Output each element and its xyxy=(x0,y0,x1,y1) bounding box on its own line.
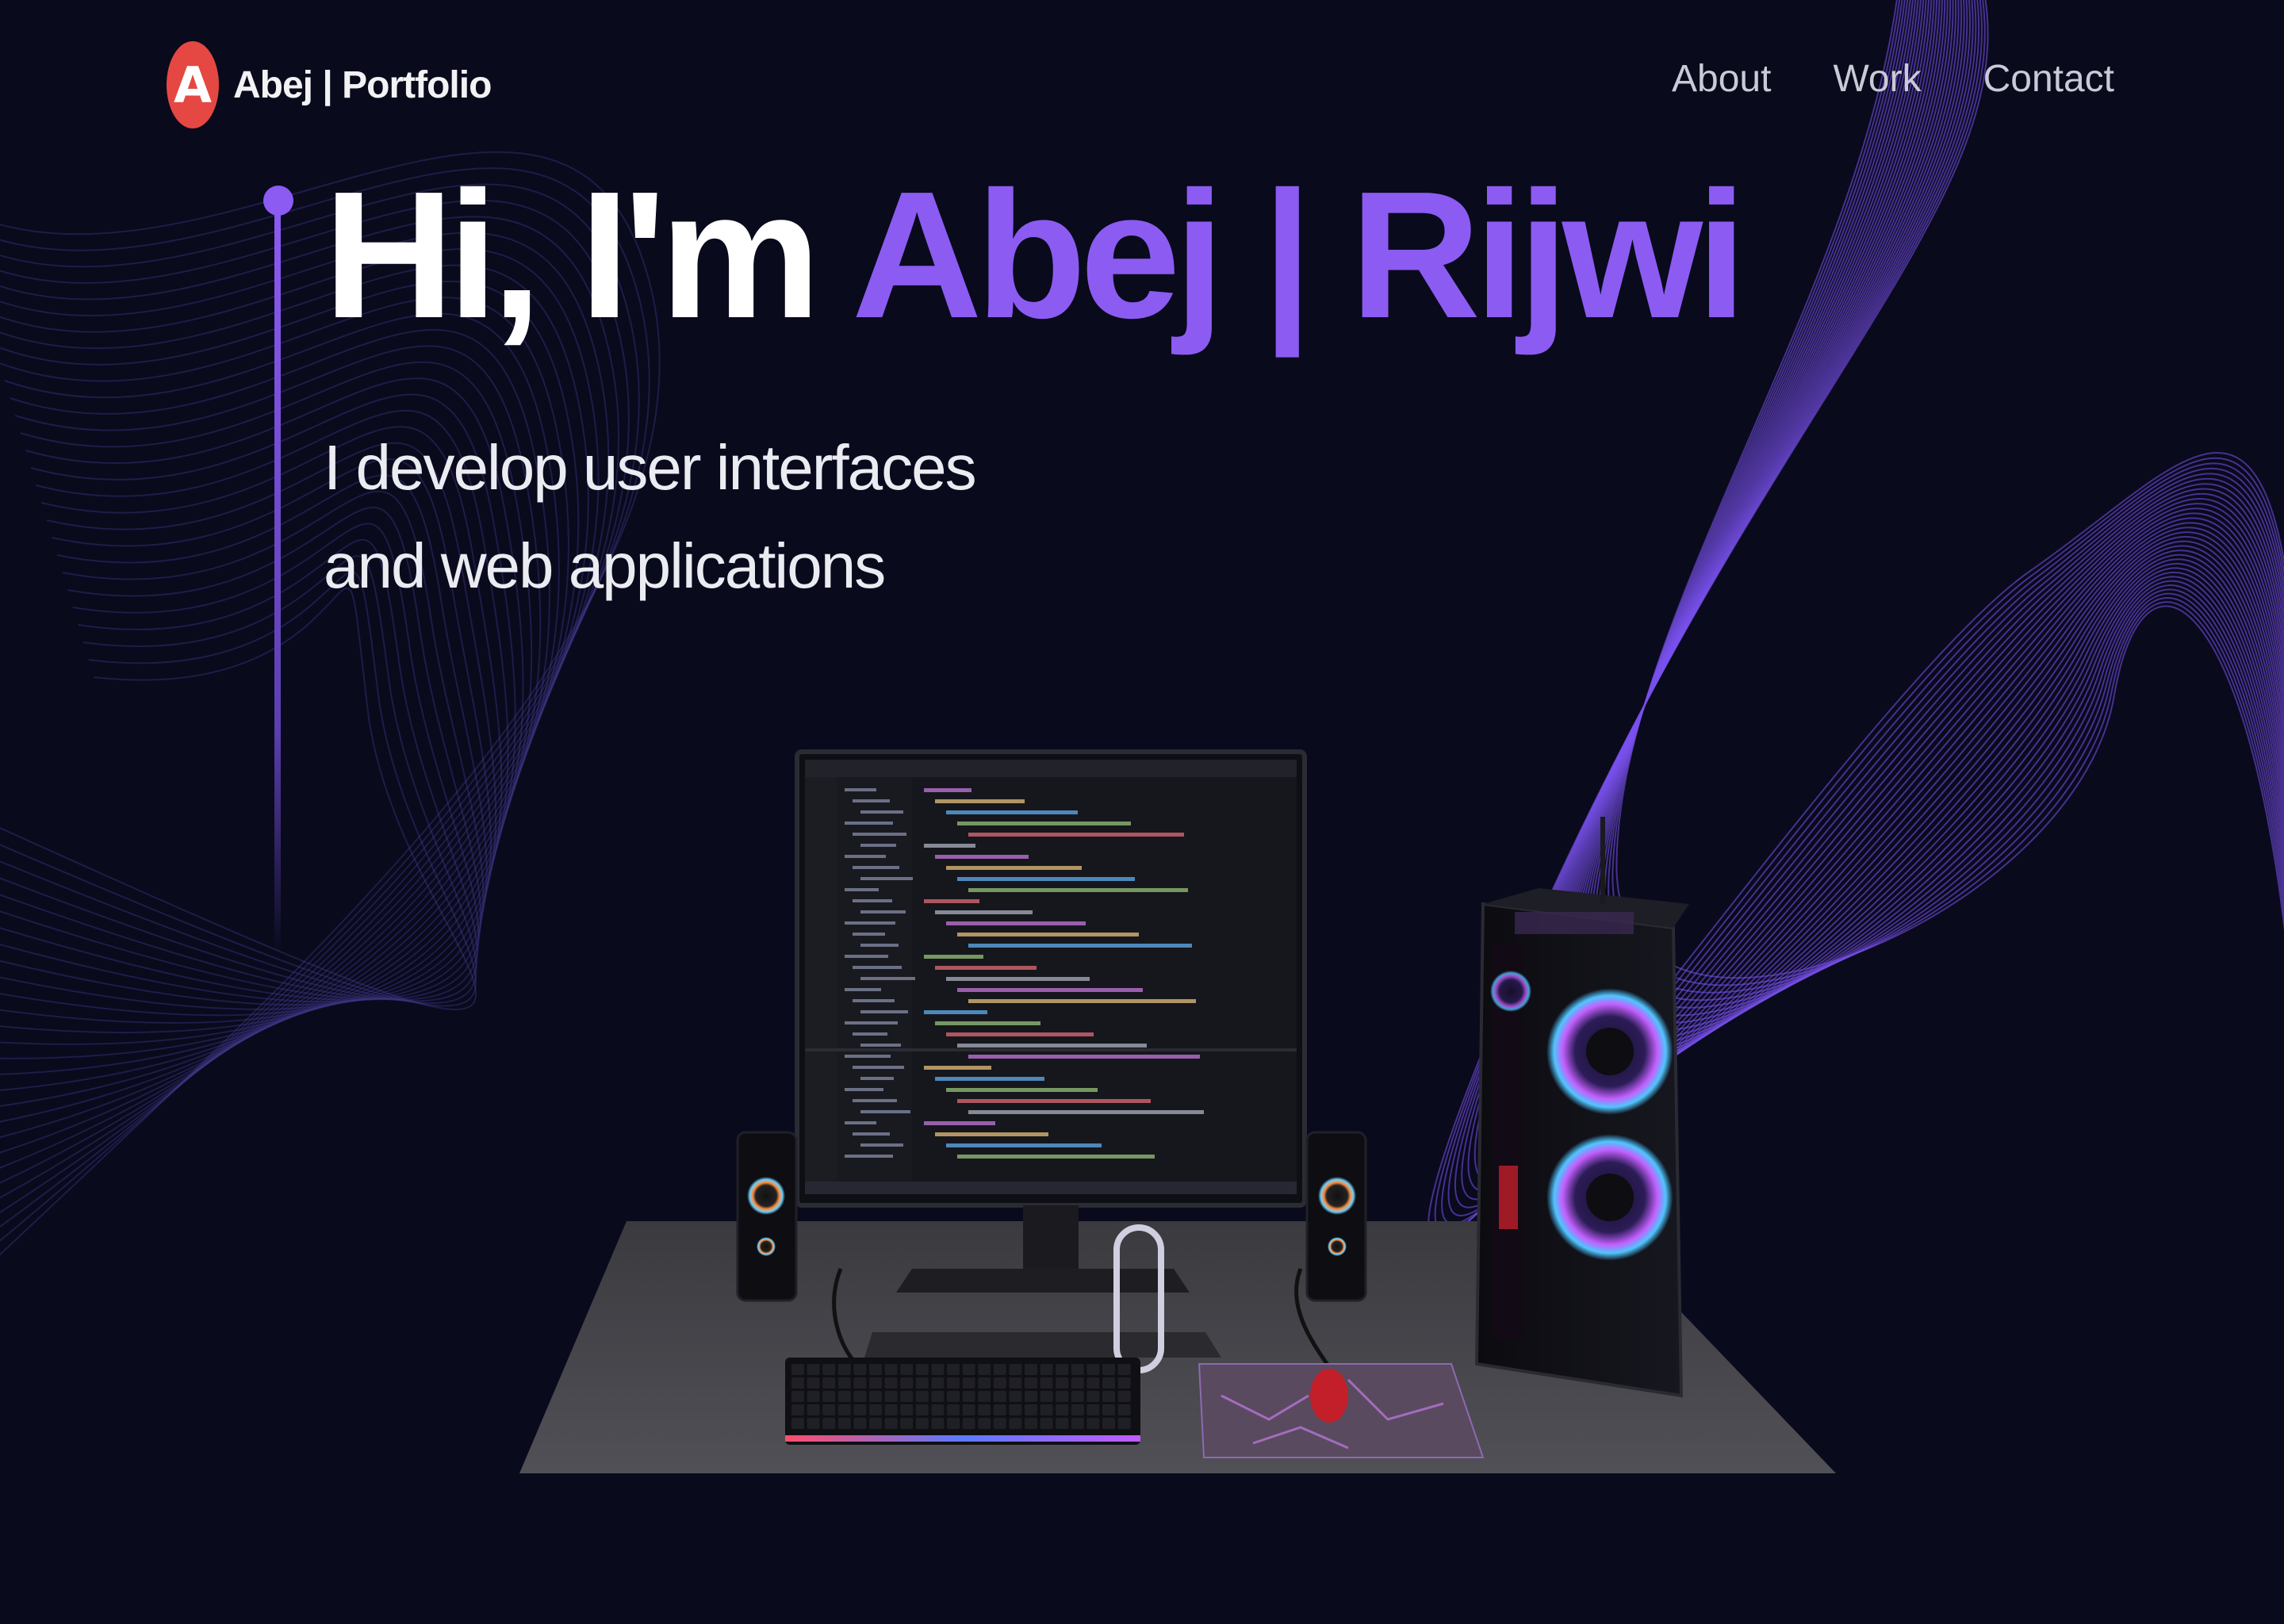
portfolio-page: A Abej | Portfolio About Work Contact Hi… xyxy=(0,0,2284,1624)
desk-setup-illustration xyxy=(519,749,1836,1473)
